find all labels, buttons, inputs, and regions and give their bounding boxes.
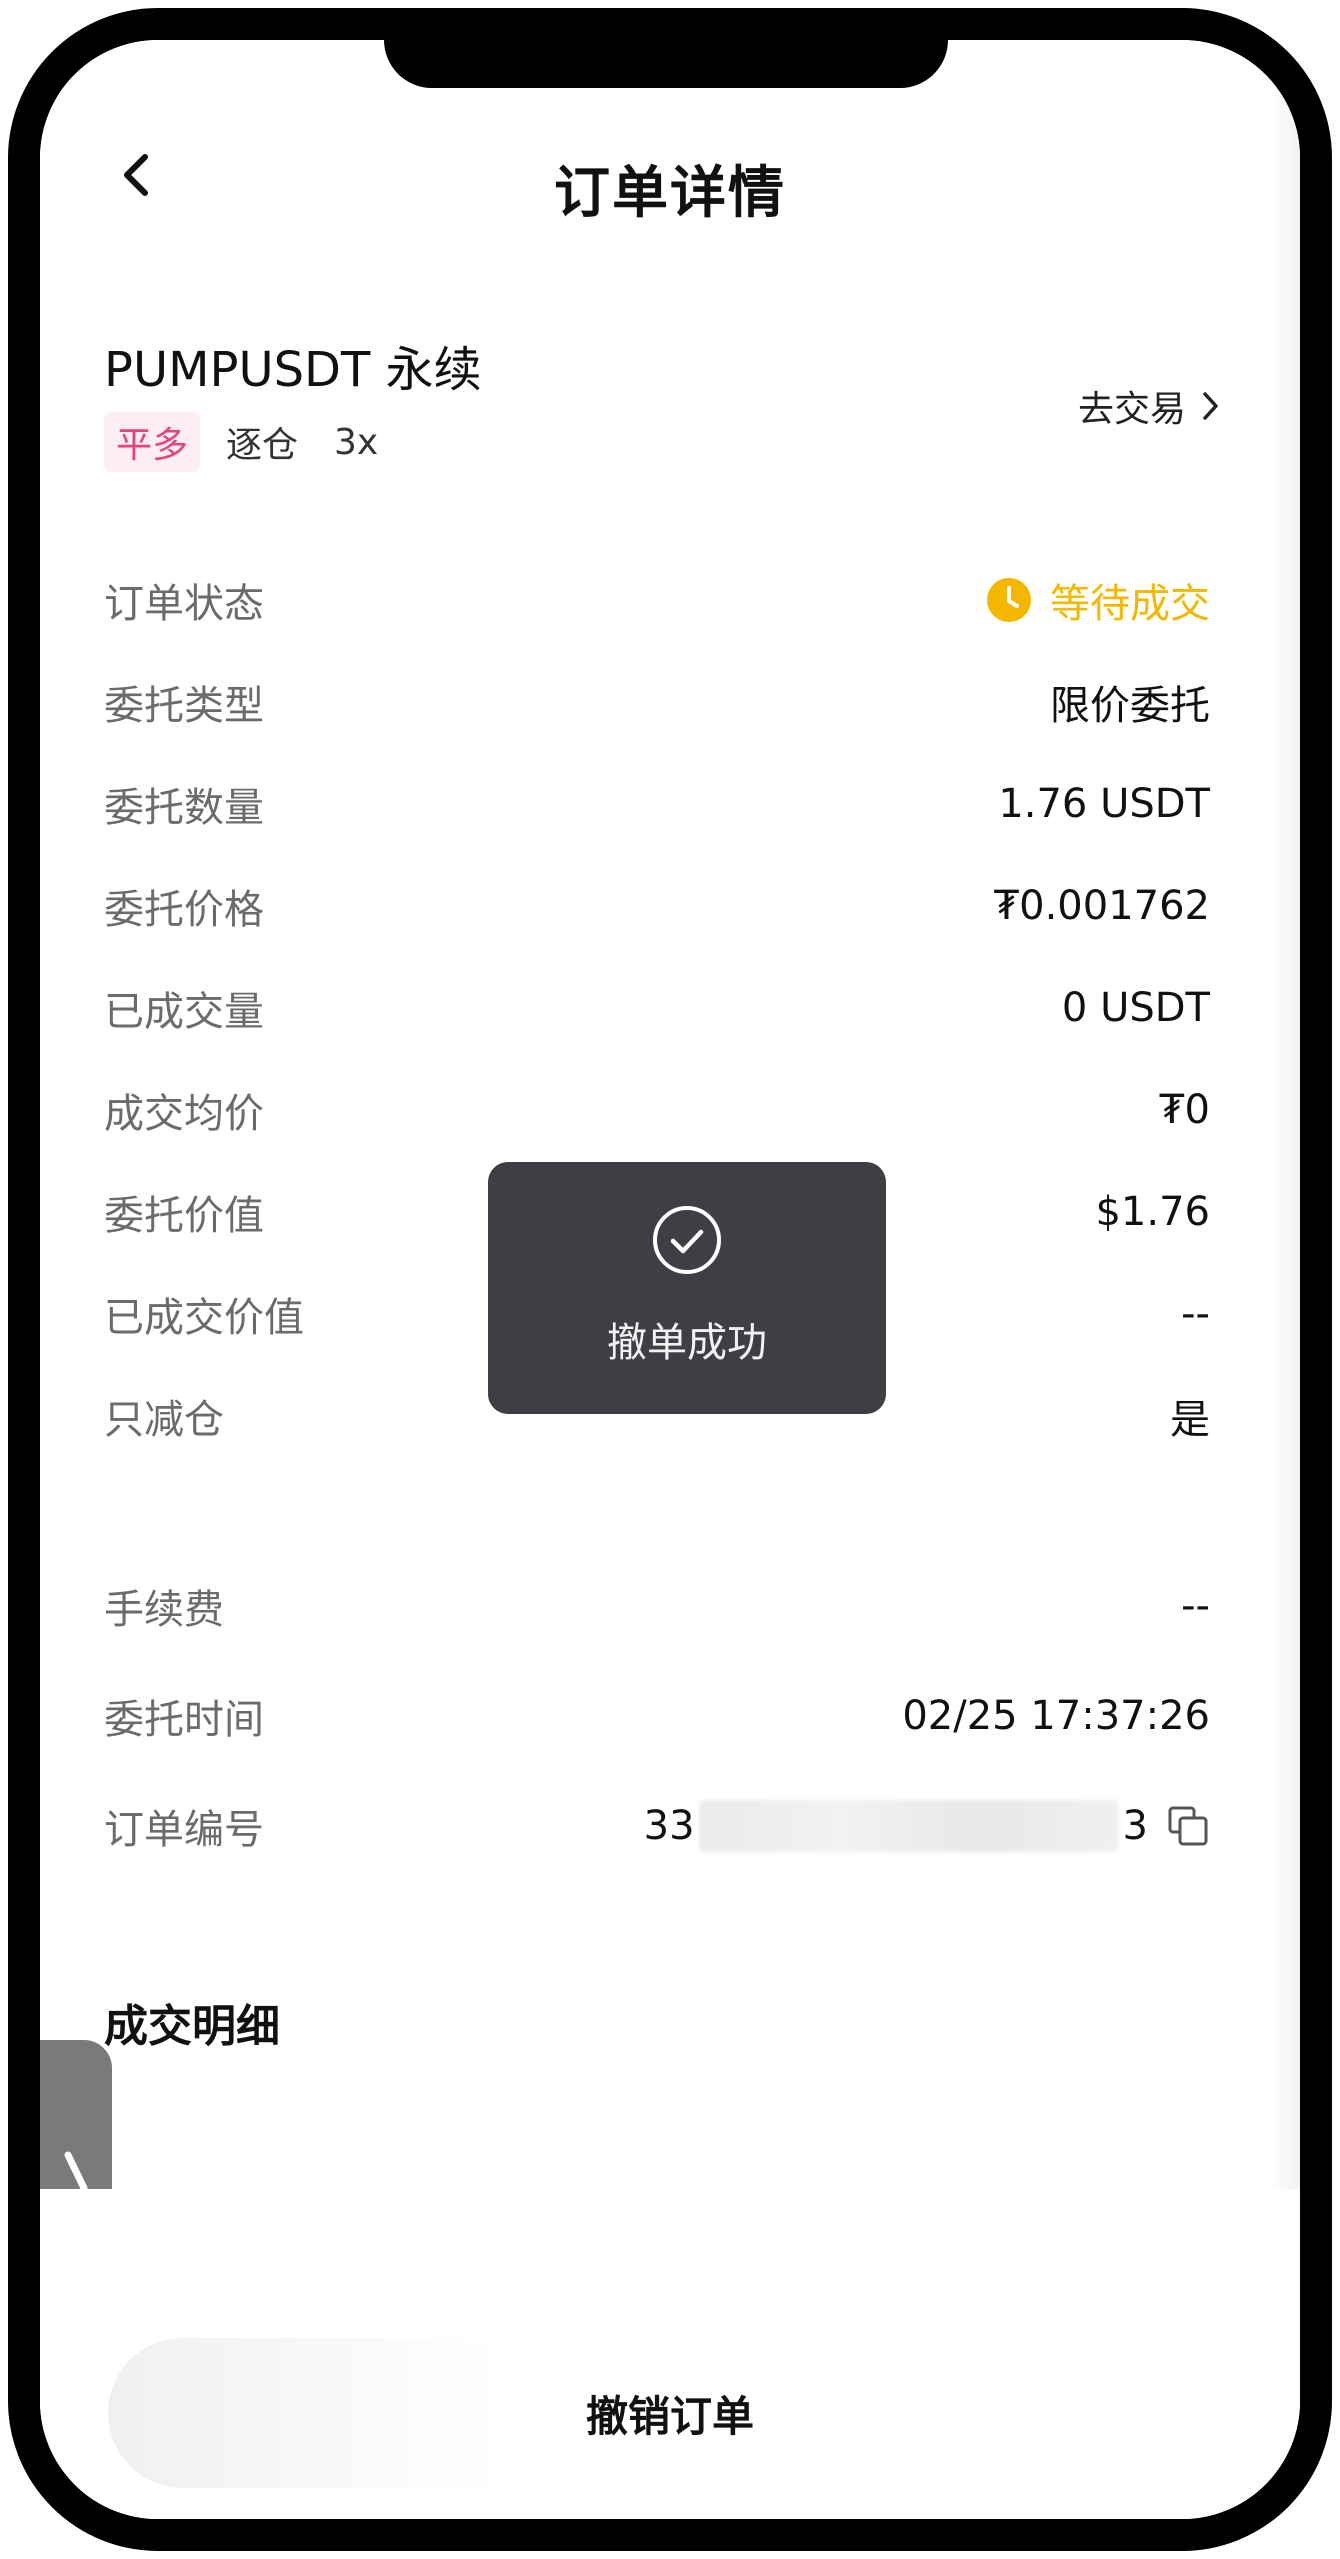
detail-row-order-id: 订单编号 33 3	[104, 1796, 1210, 1856]
detail-label: 委托时间	[104, 1697, 264, 1743]
detail-label: 订单状态	[104, 581, 264, 627]
detail-value: 1.76 USDT	[998, 781, 1210, 827]
chevron-right-icon	[1203, 392, 1218, 420]
order-id-suffix: 3	[1122, 1803, 1148, 1849]
copy-icon[interactable]	[1166, 1804, 1210, 1848]
order-id-prefix: 33	[643, 1803, 695, 1849]
phone-bezel: 订单详情 PUMPUSDT 永续 平多 逐仓 3x 去交易 订单状态 等待成交 …	[8, 8, 1332, 2551]
detail-label: 委托价格	[104, 887, 264, 933]
detail-value: ₮0.001762	[993, 883, 1210, 929]
detail-label: 订单编号	[104, 1807, 264, 1853]
clock-icon	[987, 578, 1031, 622]
margin-mode-tag: 逐仓	[226, 425, 299, 466]
detail-row-avg-price: 成交均价 ₮0	[104, 1080, 1210, 1140]
detail-row-order-type: 委托类型 限价委托	[104, 672, 1210, 732]
detail-value: 是	[1170, 1397, 1210, 1443]
detail-row-price: 委托价格 ₮0.001762	[104, 876, 1210, 936]
detail-value: ₮0	[1159, 1087, 1210, 1133]
app-frame: 订单详情 PUMPUSDT 永续 平多 逐仓 3x 去交易 订单状态 等待成交 …	[0, 0, 1340, 2559]
pair-name: PUMPUSDT 永续	[104, 342, 482, 398]
leverage-tag: 3x	[334, 421, 379, 463]
detail-label: 已成交量	[104, 989, 264, 1035]
detail-row-quantity: 委托数量 1.76 USDT	[104, 774, 1210, 834]
detail-label: 已成交价值	[104, 1295, 304, 1341]
detail-label: 委托价值	[104, 1193, 264, 1239]
order-id-value: 33 3	[644, 1800, 1210, 1852]
cancel-order-button[interactable]: 撤销订单	[108, 2338, 1232, 2488]
phone-notch	[384, 40, 948, 88]
detail-label: 成交均价	[104, 1091, 264, 1137]
check-circle-icon	[653, 1206, 721, 1274]
pair-tags: 平多 逐仓 3x	[104, 412, 378, 472]
detail-label: 只减仓	[104, 1397, 224, 1443]
detail-value: 限价委托	[1050, 683, 1210, 729]
detail-value: 02/25 17:37:26	[902, 1693, 1210, 1739]
toast-message: 撤单成功	[607, 1320, 767, 1366]
fills-section-title: 成交明细	[104, 2001, 280, 2052]
side-strip	[1270, 40, 1300, 2519]
detail-label: 委托类型	[104, 683, 264, 729]
detail-value: 0 USDT	[1061, 985, 1210, 1031]
detail-row-filled-qty: 已成交量 0 USDT	[104, 978, 1210, 1038]
screen: 订单详情 PUMPUSDT 永续 平多 逐仓 3x 去交易 订单状态 等待成交 …	[40, 40, 1300, 2519]
go-trade-link[interactable]: 去交易	[1078, 380, 1220, 432]
page-title: 订单详情	[554, 161, 786, 226]
detail-value: $1.76	[1095, 1189, 1210, 1235]
detail-row-status: 订单状态 等待成交	[104, 570, 1210, 630]
success-toast: 撤单成功	[488, 1162, 886, 1414]
detail-row-fee: 手续费 --	[104, 1576, 1210, 1636]
go-trade-label: 去交易	[1077, 389, 1186, 430]
order-id-redacted	[698, 1800, 1119, 1852]
detail-value: --	[1181, 1583, 1210, 1629]
detail-label: 手续费	[104, 1587, 224, 1633]
side-tag: 平多	[104, 412, 201, 472]
detail-label: 委托数量	[104, 785, 264, 831]
status-value: 等待成交	[986, 571, 1210, 629]
detail-value: --	[1181, 1291, 1210, 1337]
status-text: 等待成交	[1050, 581, 1210, 627]
detail-row-order-time: 委托时间 02/25 17:37:26	[104, 1686, 1210, 1746]
